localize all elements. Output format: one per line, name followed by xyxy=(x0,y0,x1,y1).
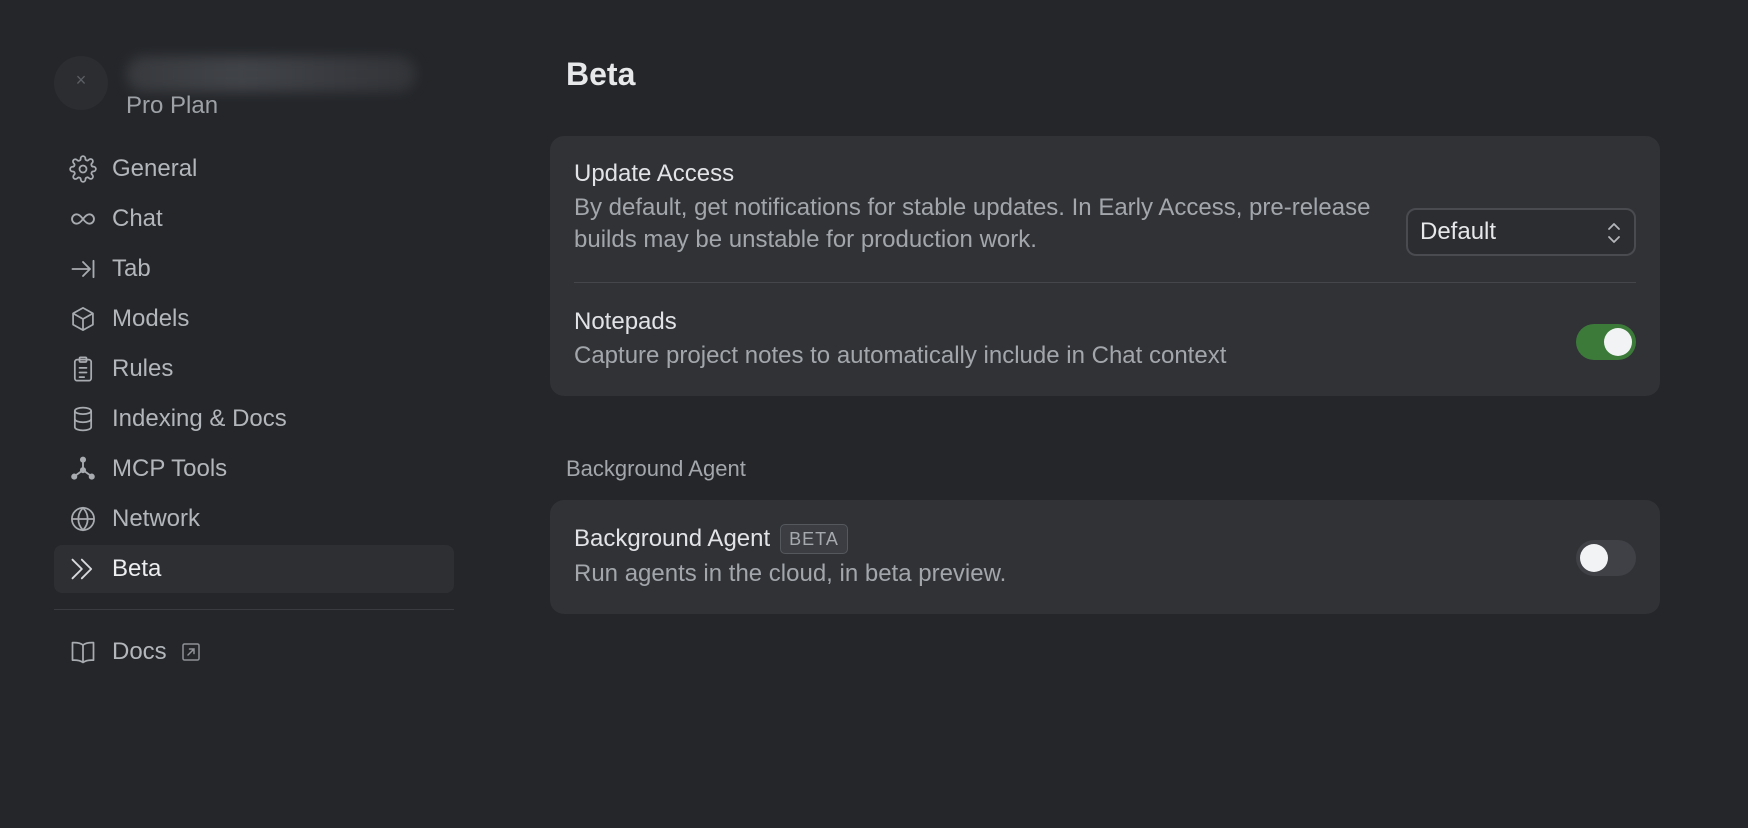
setting-title: Update Access xyxy=(574,160,735,187)
beta-badge: BETA xyxy=(780,524,848,554)
settings-card: Background Agent BETA Run agents in the … xyxy=(550,500,1660,614)
chevron-up-down-icon xyxy=(1608,223,1620,243)
sidebar: × Pro Plan General Chat Tab Models Rules… xyxy=(0,0,470,828)
setting-description: Run agents in the cloud, in beta preview… xyxy=(574,560,1007,587)
sidebar-item-label: MCP Tools xyxy=(112,455,228,482)
sidebar-item-label: General xyxy=(112,155,198,182)
cube-icon xyxy=(68,304,98,334)
account-plan: Pro Plan xyxy=(126,92,219,119)
sidebar-item-label: Rules xyxy=(112,355,174,382)
sidebar-item-docs[interactable]: Docs xyxy=(54,628,454,676)
select-value: Default xyxy=(1420,218,1497,245)
toggle-knob xyxy=(1604,328,1632,356)
notepads-setting: Notepads Capture project notes to automa… xyxy=(574,308,1636,378)
sidebar-item-label: Chat xyxy=(112,205,163,232)
clipboard-icon xyxy=(68,354,98,384)
setting-title: Notepads xyxy=(574,308,677,335)
section-header: Background Agent xyxy=(566,456,746,481)
sidebar-item-chat[interactable]: Chat xyxy=(54,195,454,243)
toggle-knob xyxy=(1580,544,1608,572)
sidebar-item-label: Network xyxy=(112,505,201,532)
setting-title-row: Background Agent BETA xyxy=(574,524,1636,554)
sidebar-item-label: Docs xyxy=(112,638,167,665)
notepads-toggle[interactable] xyxy=(1576,324,1636,360)
infinity-icon xyxy=(68,204,98,234)
sidebar-item-models[interactable]: Models xyxy=(54,295,454,343)
sidebar-item-tab[interactable]: Tab xyxy=(54,245,454,293)
sidebar-item-network[interactable]: Network xyxy=(54,495,454,543)
book-icon xyxy=(68,637,98,667)
avatar[interactable]: × xyxy=(54,56,108,110)
account-name-redacted xyxy=(126,56,416,92)
database-icon xyxy=(68,404,98,434)
sidebar-item-mcp-tools[interactable]: MCP Tools xyxy=(54,445,454,493)
gear-icon xyxy=(68,154,98,184)
sidebar-item-rules[interactable]: Rules xyxy=(54,345,454,393)
account-header[interactable]: × Pro Plan xyxy=(54,44,454,124)
setting-description: By default, get notifications for stable… xyxy=(574,194,1371,253)
setting-title: Background Agent xyxy=(574,525,771,552)
setting-divider xyxy=(574,282,1636,283)
external-link-icon xyxy=(181,643,200,661)
sidebar-item-label: Indexing & Docs xyxy=(112,405,287,432)
sidebar-item-label: Beta xyxy=(112,555,162,582)
sidebar-item-label: Tab xyxy=(112,255,151,282)
sidebar-item-general[interactable]: General xyxy=(54,145,454,193)
sidebar-item-indexing-docs[interactable]: Indexing & Docs xyxy=(54,395,454,443)
sidebar-divider xyxy=(54,609,454,610)
settings-nav: General Chat Tab Models Rules Indexing &… xyxy=(54,145,454,678)
sidebar-item-label: Models xyxy=(112,305,190,332)
globe-icon xyxy=(68,504,98,534)
main-content: Beta Update Access By default, get notif… xyxy=(550,0,1660,828)
arrow-to-line-icon xyxy=(68,254,98,284)
update-access-setting: Update Access By default, get notificati… xyxy=(574,160,1636,270)
background-agent-setting: Background Agent BETA Run agents in the … xyxy=(574,524,1636,594)
double-chevron-icon xyxy=(68,554,98,584)
setting-description: Capture project notes to automatically i… xyxy=(574,342,1227,369)
page-title: Beta xyxy=(566,56,636,92)
background-agent-toggle[interactable] xyxy=(1576,540,1636,576)
settings-card: Update Access By default, get notificati… xyxy=(550,136,1660,396)
sidebar-item-beta[interactable]: Beta xyxy=(54,545,454,593)
nodes-icon xyxy=(68,454,98,484)
update-access-select[interactable]: Default xyxy=(1406,208,1636,256)
